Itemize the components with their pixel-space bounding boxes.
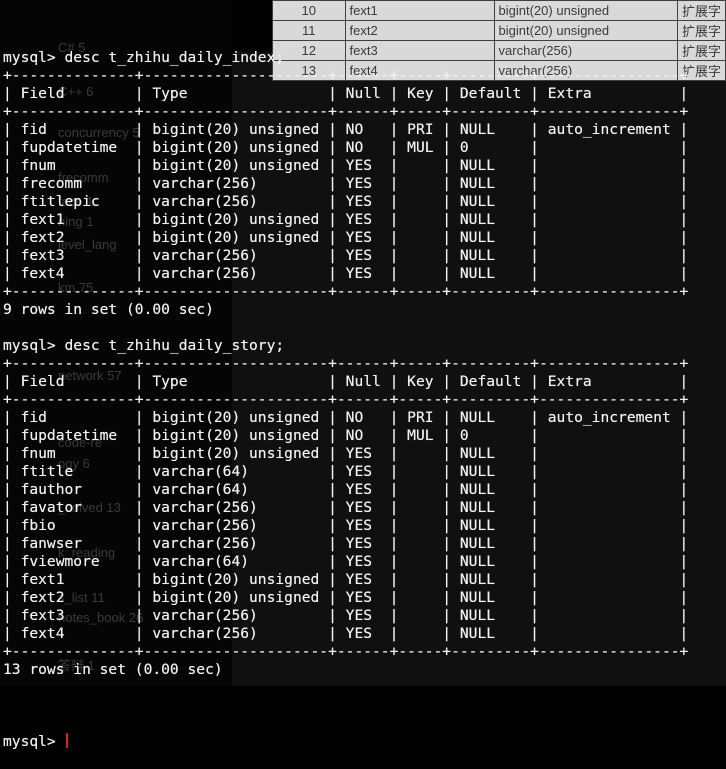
terminal-line: | fanwser | varchar(256) | YES | | NULL … [3,535,689,552]
terminal-line: | fext3 | varchar(256) | YES | | NULL | … [3,607,689,624]
terminal-output[interactable]: mysql> desc t_zhihu_daily_index; +-------… [3,13,688,769]
terminal-line: | fext4 | varchar(256) | YES | | NULL | … [3,625,689,642]
terminal-line: | fid | bigint(20) unsigned | NO | PRI |… [3,409,689,426]
terminal-line: | fupdatetime | bigint(20) unsigned | NO… [3,427,689,444]
terminal-line: +--------------+---------------------+--… [3,391,689,408]
terminal-line: | fbio | varchar(256) | YES | | NULL | | [3,517,689,534]
terminal-prompt: mysql> [3,733,65,750]
terminal-line: 9 rows in set (0.00 sec) [3,301,214,318]
terminal-line: | frecomm | varchar(256) | YES | | NULL … [3,175,689,192]
terminal-line: | ftitlepic | varchar(256) | YES | | NUL… [3,193,689,210]
terminal-line: | fext3 | varchar(256) | YES | | NULL | … [3,247,689,264]
terminal-line: mysql> desc t_zhihu_daily_index; [3,49,285,66]
terminal-prompt-line[interactable]: mysql> [3,733,688,751]
terminal-line: +--------------+---------------------+--… [3,643,689,660]
terminal-line: 13 rows in set (0.00 sec) [3,661,223,678]
terminal-line: | fupdatetime | bigint(20) unsigned | NO… [3,139,689,156]
terminal-line: | fid | bigint(20) unsigned | NO | PRI |… [3,121,689,138]
terminal-line: | fnum | bigint(20) unsigned | YES | | N… [3,445,689,462]
terminal-line: | fext1 | bigint(20) unsigned | YES | | … [3,211,689,228]
terminal-lines: mysql> desc t_zhihu_daily_index; +-------… [3,49,688,697]
text-cursor [65,733,68,748]
terminal-line: | fauthor | varchar(64) | YES | | NULL |… [3,481,689,498]
terminal-line: | fnum | bigint(20) unsigned | YES | | N… [3,157,689,174]
terminal-line: +--------------+---------------------+--… [3,103,689,120]
terminal-line: +--------------+---------------------+--… [3,283,689,300]
terminal-line: | fext2 | bigint(20) unsigned | YES | | … [3,229,689,246]
terminal-line: +--------------+---------------------+--… [3,355,689,372]
terminal-line: | ftitle | varchar(64) | YES | | NULL | … [3,463,689,480]
terminal-line: | Field | Type | Null | Key | Default | … [3,85,689,102]
terminal-line: | favator | varchar(256) | YES | | NULL … [3,499,689,516]
terminal-line: | fext4 | varchar(256) | YES | | NULL | … [3,265,689,282]
terminal-line: +--------------+---------------------+--… [3,67,689,84]
terminal-line: mysql> desc t_zhihu_daily_story; [3,337,285,354]
terminal-line: | fext1 | bigint(20) unsigned | YES | | … [3,571,689,588]
terminal-line: | Field | Type | Null | Key | Default | … [3,373,689,390]
terminal-line: | fviewmore | varchar(64) | YES | | NULL… [3,553,689,570]
terminal-line: | fext2 | bigint(20) unsigned | YES | | … [3,589,689,606]
